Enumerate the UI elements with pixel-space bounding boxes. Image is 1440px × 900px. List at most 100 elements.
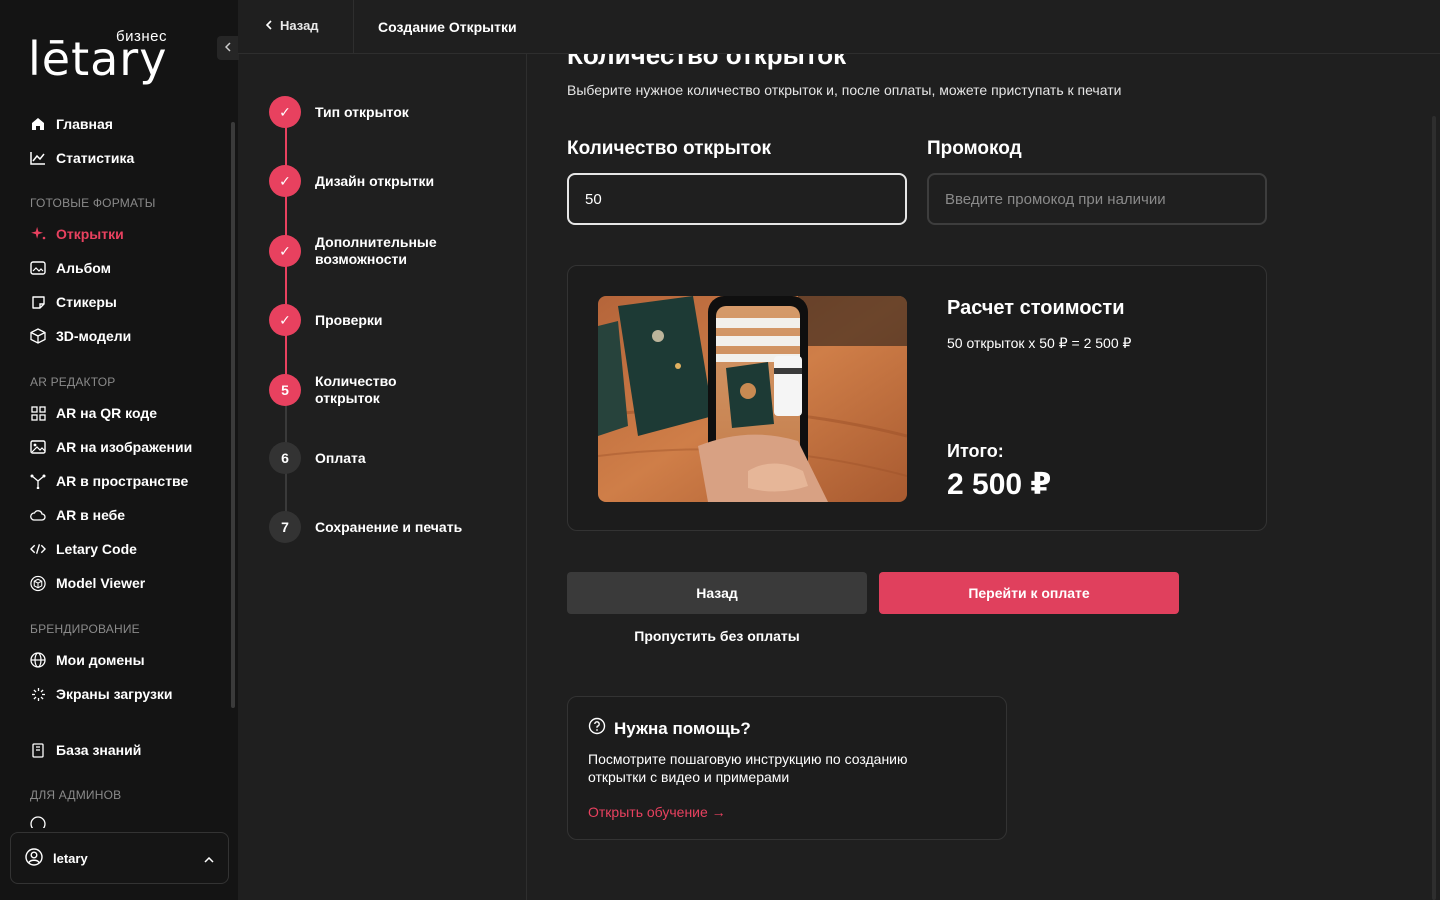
user-name: letary bbox=[53, 850, 88, 866]
sidebar-item-label: Открытки bbox=[56, 226, 124, 242]
step-label: Дополнительные возможности bbox=[315, 234, 437, 267]
back-link-label: Назад bbox=[280, 18, 319, 33]
question-circle-icon bbox=[588, 717, 606, 740]
help-title: Нужна помощь? bbox=[614, 718, 751, 738]
check-icon: ✓ bbox=[269, 304, 301, 336]
skip-payment-link[interactable]: Пропустить без оплаты bbox=[567, 628, 867, 644]
sidebar-item-label: AR на изображении bbox=[56, 439, 193, 455]
step-label: Сохранение и печать bbox=[315, 518, 463, 535]
sidebar-item-3d-models[interactable]: 3D-модели bbox=[30, 325, 131, 347]
back-button[interactable]: Назад bbox=[567, 572, 867, 614]
sidebar-item-label: Model Viewer bbox=[56, 575, 146, 591]
sidebar-item-domains[interactable]: Мои домены bbox=[30, 649, 145, 671]
step-save-print[interactable]: 7 Сохранение и печать bbox=[269, 511, 465, 543]
sidebar-item-label: Мои домены bbox=[56, 652, 145, 668]
step-number: 5 bbox=[269, 374, 301, 406]
step-checks[interactable]: ✓ Проверки bbox=[269, 304, 465, 336]
qr-icon bbox=[30, 405, 46, 421]
open-tutorial-link[interactable]: Открыть обучение → bbox=[588, 804, 986, 820]
sidebar-item-ar-space[interactable]: AR в пространстве bbox=[30, 470, 188, 492]
step-quantity[interactable]: 5 Количество открыток bbox=[269, 373, 465, 407]
step-payment[interactable]: 6 Оплата bbox=[269, 442, 465, 474]
section-label-formats: ГОТОВЫЕ ФОРМАТЫ bbox=[30, 196, 156, 210]
quantity-input[interactable] bbox=[567, 173, 907, 225]
sidebar-item-admin-clipped[interactable] bbox=[30, 816, 230, 828]
help-text: Посмотрите пошаговую инструкцию по созда… bbox=[588, 751, 908, 785]
chart-line-icon bbox=[30, 150, 46, 166]
sidebar-item-home[interactable]: Главная bbox=[30, 113, 113, 135]
user-menu[interactable]: letary bbox=[10, 832, 229, 884]
space-icon bbox=[30, 473, 46, 489]
sidebar-item-ar-sky[interactable]: AR в небе bbox=[30, 504, 125, 526]
cloud-icon bbox=[30, 507, 46, 523]
check-icon: ✓ bbox=[269, 235, 301, 267]
section-label-branding: БРЕНДИРОВАНИЕ bbox=[30, 622, 140, 636]
code-icon bbox=[30, 541, 46, 557]
sidebar: бизнес lētary Главная Статистика ГОТОВЫЕ… bbox=[0, 0, 238, 900]
sidebar-item-label: AR на QR коде bbox=[56, 405, 157, 421]
main-scrollbar[interactable] bbox=[1432, 116, 1436, 900]
sidebar-item-label: Альбом bbox=[56, 260, 111, 276]
chevron-left-icon bbox=[265, 18, 272, 33]
chevron-up-icon bbox=[204, 851, 214, 866]
promo-label: Промокод bbox=[927, 138, 1022, 159]
letary-logo[interactable]: бизнес lētary bbox=[28, 28, 178, 88]
sidebar-item-label: База знаний bbox=[56, 742, 142, 758]
sidebar-item-model-viewer[interactable]: Model Viewer bbox=[30, 572, 145, 594]
sidebar-item-knowledge-base[interactable]: База знаний bbox=[30, 739, 141, 761]
divider bbox=[353, 0, 354, 54]
section-label-admins: ДЛЯ АДМИНОВ bbox=[30, 788, 122, 802]
step-label: Оплата bbox=[315, 449, 366, 466]
help-card: Нужна помощь? Посмотрите пошаговую инстр… bbox=[567, 696, 1007, 840]
image-icon bbox=[30, 439, 46, 455]
back-link[interactable]: Назад bbox=[265, 18, 319, 33]
sidebar-item-label: 3D-модели bbox=[56, 328, 132, 344]
user-icon bbox=[25, 847, 43, 869]
step-design[interactable]: ✓ Дизайн открытки bbox=[269, 165, 465, 197]
step-number: 7 bbox=[269, 511, 301, 543]
proceed-to-payment-button[interactable]: Перейти к оплате bbox=[879, 572, 1179, 614]
sidebar-item-statistics[interactable]: Статистика bbox=[30, 147, 134, 169]
step-label: Тип открыток bbox=[315, 103, 409, 120]
step-extras[interactable]: ✓ Дополнительные возможности bbox=[269, 234, 465, 268]
sidebar-item-ar-qr[interactable]: AR на QR коде bbox=[30, 402, 157, 424]
step-label: Проверки bbox=[315, 311, 383, 328]
sidebar-item-album[interactable]: Альбом bbox=[30, 257, 111, 279]
chevron-left-icon bbox=[224, 39, 231, 57]
sidebar-item-postcards[interactable]: Открытки bbox=[30, 223, 124, 245]
sidebar-item-label: Главная bbox=[56, 116, 113, 132]
step-type[interactable]: ✓ Тип открыток bbox=[269, 96, 465, 128]
cube-icon bbox=[30, 328, 46, 344]
step-label: Количество открыток bbox=[315, 373, 397, 406]
check-icon: ✓ bbox=[269, 165, 301, 197]
model-viewer-icon bbox=[30, 575, 46, 591]
top-bar: Назад Создание Открытки bbox=[238, 0, 1440, 54]
heading-clip: Количество открыток bbox=[567, 54, 1267, 74]
cost-card: Расчет стоимости 50 открыток x 50 ₽ = 2 … bbox=[567, 265, 1267, 531]
sidebar-item-label: AR в небе bbox=[56, 507, 126, 523]
sidebar-item-letary-code[interactable]: Letary Code bbox=[30, 538, 137, 560]
total-value: 2 500 ₽ bbox=[947, 468, 1052, 501]
section-label-ar: AR РЕДАКТОР bbox=[30, 375, 116, 389]
logo-wordmark: lētary bbox=[28, 32, 168, 86]
sidebar-scrollbar[interactable] bbox=[231, 122, 235, 708]
page-title: Создание Открытки bbox=[378, 19, 517, 35]
help-title-row: Нужна помощь? bbox=[588, 717, 986, 740]
step-number: 6 bbox=[269, 442, 301, 474]
book-icon bbox=[30, 742, 46, 758]
total-label: Итого: bbox=[947, 441, 1004, 461]
sidebar-item-label: Экраны загрузки bbox=[56, 686, 173, 702]
sticker-icon bbox=[30, 294, 46, 310]
promo-input[interactable] bbox=[927, 173, 1267, 225]
sidebar-item-ar-image[interactable]: AR на изображении bbox=[30, 436, 192, 458]
sidebar-item-stickers[interactable]: Стикеры bbox=[30, 291, 117, 313]
sidebar-item-loading-screens[interactable]: Экраны загрузки bbox=[30, 683, 173, 705]
step-label: Дизайн открытки bbox=[315, 172, 435, 189]
sidebar-item-label: Стикеры bbox=[56, 294, 117, 310]
postcard-ar-photo bbox=[598, 296, 907, 502]
sidebar-item-label: AR в пространстве bbox=[56, 473, 189, 489]
sidebar-item-label: Статистика bbox=[56, 150, 135, 166]
globe-icon bbox=[30, 652, 46, 668]
home-icon bbox=[30, 116, 46, 132]
collapse-sidebar-button[interactable] bbox=[217, 36, 239, 60]
